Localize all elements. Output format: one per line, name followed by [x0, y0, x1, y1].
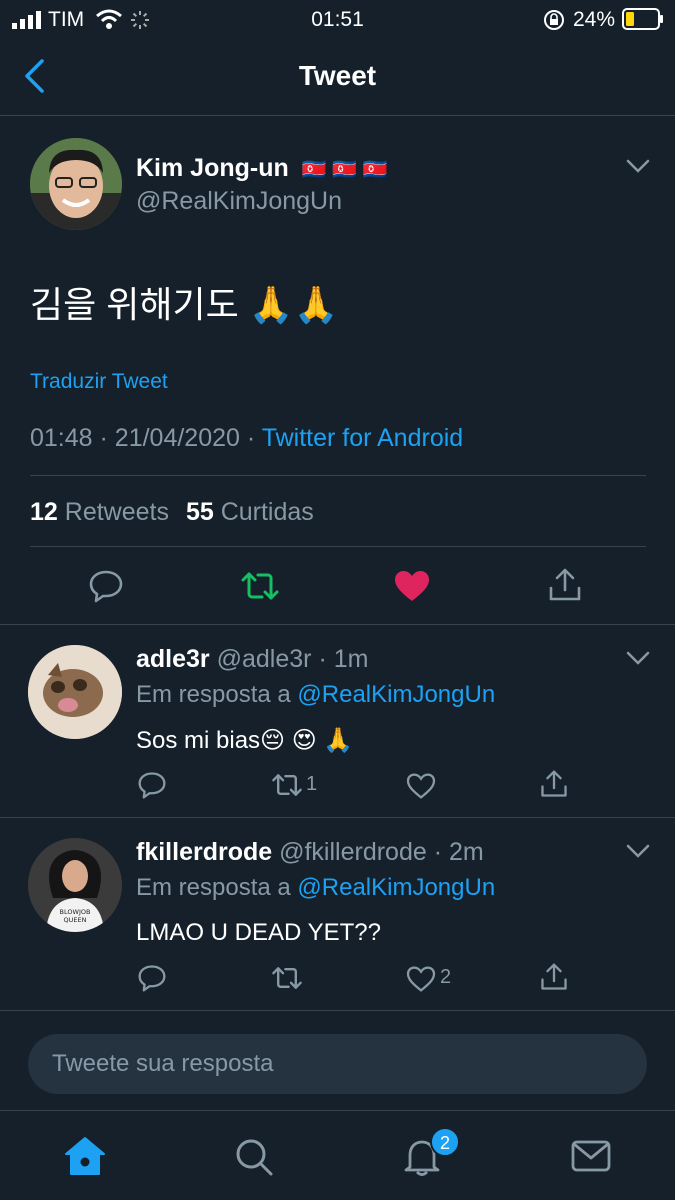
chevron-down-icon[interactable] [625, 843, 651, 859]
reply-icon[interactable] [137, 964, 167, 992]
battery-icon [622, 8, 663, 30]
avatar-image: BLOWJOB QUEEN [28, 838, 122, 932]
reply-input[interactable] [28, 1034, 647, 1094]
replying-to: Em resposta a @RealKimJongUn [136, 874, 495, 902]
tweet-date: 21/04/2020 [114, 424, 240, 452]
reply-icon[interactable] [137, 771, 167, 799]
like-count: 55 [185, 498, 214, 526]
like-label: Curtidas [220, 498, 314, 526]
replying-to: Em resposta a @RealKimJongUn [136, 681, 495, 709]
like-count: 2 [440, 966, 452, 988]
author-name[interactable]: fkillerdrode [136, 838, 272, 866]
retweet-label: Retweets [64, 498, 169, 526]
avatar[interactable]: BLOWJOB QUEEN [28, 838, 122, 932]
divider [0, 624, 675, 625]
like-icon[interactable] [406, 773, 436, 799]
author-handle[interactable]: @fkillerdrode [279, 838, 427, 866]
likes-stat[interactable]: 55 Curtidas [186, 498, 314, 526]
status-bar: TIM 01:51 24% [0, 0, 675, 40]
replying-to-handle[interactable]: @RealKimJongUn [297, 874, 495, 901]
meta-separator: · [246, 424, 256, 452]
share-icon[interactable] [540, 770, 568, 798]
avatar-image [30, 138, 122, 230]
divider [0, 817, 675, 818]
retweet-count: 1 [306, 773, 318, 795]
replying-prefix: Em resposta a [136, 681, 291, 708]
retweet-icon[interactable] [271, 965, 303, 991]
reply-text: Sos mi bias😔 😍 🙏 [136, 727, 354, 754]
search-icon[interactable] [234, 1137, 274, 1177]
avatar[interactable] [30, 138, 122, 230]
avatar[interactable] [28, 645, 122, 739]
chevron-down-icon[interactable] [625, 158, 651, 174]
reply-age: · 1m [318, 645, 369, 673]
share-icon[interactable] [548, 568, 582, 602]
page-title: Tweet [298, 60, 377, 91]
author-name[interactable]: Kim Jong-un [136, 154, 289, 182]
tweet-time: 01:48 [30, 424, 93, 452]
divider [30, 546, 646, 547]
messages-icon[interactable] [571, 1140, 611, 1172]
author-handle[interactable]: @RealKimJongUn [136, 187, 342, 216]
author-name[interactable]: adle3r [136, 645, 210, 673]
battery-percent: 24% [573, 8, 616, 31]
author-flags: 🇰🇵 🇰🇵 🇰🇵 [301, 159, 388, 181]
retweet-icon[interactable] [240, 570, 280, 602]
tweet-client[interactable]: Twitter for Android [262, 424, 463, 452]
retweet-count: 12 [30, 498, 58, 526]
nav-bar: Tweet [0, 40, 675, 116]
retweets-stat[interactable]: 12 Retweets [30, 498, 176, 526]
translate-link[interactable]: Traduzir Tweet [30, 370, 168, 394]
retweet-icon[interactable] [271, 772, 303, 798]
orientation-lock-icon [544, 10, 564, 30]
engagement-stats: 12 Retweets 55 Curtidas [30, 498, 314, 527]
tweet-text: 김을 위해기도 🙏🙏 [30, 284, 339, 325]
avatar-image [28, 645, 122, 739]
author-handle[interactable]: @adle3r [217, 645, 312, 673]
avatar-shirt-text: BLOWJOB [60, 908, 91, 916]
home-icon[interactable] [64, 1136, 106, 1176]
reply-icon[interactable] [88, 569, 124, 603]
share-icon[interactable] [540, 963, 568, 991]
like-icon[interactable] [406, 966, 436, 992]
notifications-badge: 2 [430, 1127, 460, 1157]
replying-to-handle[interactable]: @RealKimJongUn [297, 681, 495, 708]
divider [0, 1010, 675, 1011]
chevron-down-icon[interactable] [625, 650, 651, 666]
avatar-shirt-text: QUEEN [64, 916, 87, 924]
reply-age: · 2m [433, 838, 484, 866]
divider [30, 475, 646, 476]
reply-input-container[interactable] [28, 1034, 647, 1094]
like-icon[interactable] [394, 570, 430, 602]
meta-separator: · [99, 424, 108, 452]
reply-text: LMAO U DEAD YET?? [136, 919, 381, 946]
replying-prefix: Em resposta a [136, 874, 291, 901]
tweet-meta: 01:48 · 21/04/2020 · Twitter for Android [30, 424, 463, 453]
